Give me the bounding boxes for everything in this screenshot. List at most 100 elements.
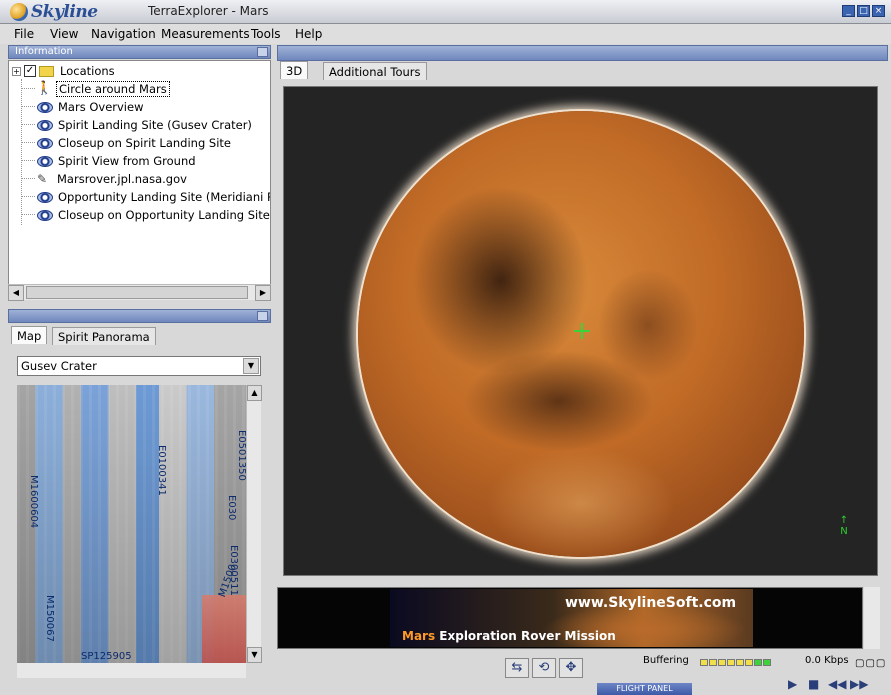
tree-item-label: Spirit Landing Site (Gusev Crater) [58,118,252,132]
viewer-header [277,45,888,61]
tree-item-locations[interactable]: + ✓ Locations [12,62,115,80]
panel-collapse-button[interactable] [257,47,268,57]
scroll-thumb[interactable] [26,286,248,299]
information-panel-header: Information [8,45,271,59]
tree-item-spirit-view-ground[interactable]: Spirit View from Ground [37,152,196,170]
maximize-button[interactable]: □ [857,5,870,17]
buffer-cell [754,659,762,666]
expand-icon[interactable]: + [12,66,21,76]
link-icon: ✎ [37,172,48,186]
buffering-meter [700,658,772,669]
buffer-cell [709,659,717,666]
eye-icon [37,119,53,131]
tree-connector [21,79,22,225]
map-strip-label: E0300511 [228,545,239,596]
chevron-down-icon[interactable]: ▼ [243,358,259,374]
buffer-cell [763,659,771,666]
map-horizontal-scrollbar[interactable] [17,663,246,678]
scroll-down-button[interactable]: ▼ [247,647,262,663]
menu-navigation[interactable]: Navigation [91,27,156,41]
eye-icon [37,101,53,113]
folder-icon [39,65,54,77]
information-tree: + ✓ Locations 🚶 Circle around Mars Mars … [8,60,271,300]
tree-dash [21,88,35,89]
skyline-logo: Skyline [10,2,98,22]
map-terrain-patch [202,595,246,663]
buffering-label: Buffering [643,655,689,666]
menu-bar: File View Navigation Measurements Tools … [0,24,891,44]
flight-panel-toggle[interactable]: FLIGHT PANEL [597,683,692,695]
rewind-icon[interactable]: ◀◀ [828,677,846,691]
map-vertical-scrollbar[interactable]: ▲ ▼ [246,385,262,663]
stop-icon[interactable]: ■ [808,677,819,691]
tree-item-marsrover-link[interactable]: ✎ Marsrover.jpl.nasa.gov [37,170,187,188]
tree-item-label: Closeup on Spirit Landing Site [58,136,231,150]
location-select-value: Gusev Crater [21,359,97,373]
banner-scrollbar[interactable] [864,587,880,649]
signal-indicator: ▢▢▢ [855,658,887,669]
tab-map[interactable]: Map [11,326,48,344]
tree-item-spirit-landing-site[interactable]: Spirit Landing Site (Gusev Crater) [37,116,252,134]
tree-item-label: Marsrover.jpl.nasa.gov [57,172,187,186]
checkbox-checked-icon[interactable]: ✓ [24,65,36,77]
buffer-cell [700,659,708,666]
tab-additional-tours[interactable]: Additional Tours [323,62,427,80]
ad-banner-frame: www.SkylineSoft.com Mars Exploration Rov… [277,587,863,649]
scroll-right-button[interactable]: ▶ [255,285,271,301]
transfer-rate-value: 0.0 [805,655,821,666]
close-button[interactable]: × [872,5,885,17]
eye-icon [37,191,53,203]
globe-icon [10,3,28,21]
pan-icon[interactable]: ✥ [559,658,583,678]
eye-icon [37,137,53,149]
window-title: TerraExplorer - Mars [148,4,269,18]
banner-mission-rest: Exploration Rover Mission [435,629,616,643]
eye-icon [37,209,53,221]
gusev-crater-map[interactable]: M1600604 E0100341 E030 M1500 E0501350 M1… [17,385,246,663]
minimize-button[interactable]: _ [842,5,855,17]
tree-item-label: Mars Overview [58,100,144,114]
buffer-cell [727,659,735,666]
menu-file[interactable]: File [14,27,34,41]
play-icon[interactable]: ▶ [788,677,797,691]
tree-item-closeup-spirit[interactable]: Closeup on Spirit Landing Site [37,134,231,152]
tree-dash [21,106,35,107]
tree-item-label: Circle around Mars [56,81,170,97]
fly-icon[interactable]: ⇆ [505,658,529,678]
buffer-cell [745,659,753,666]
ad-banner[interactable]: www.SkylineSoft.com Mars Exploration Rov… [390,589,753,647]
location-select[interactable]: Gusev Crater ▼ [17,356,261,376]
menu-measurements[interactable]: Measurements [161,27,250,41]
scroll-left-button[interactable]: ◀ [8,285,24,301]
tree-dash [21,214,35,215]
tab-spirit-panorama[interactable]: Spirit Panorama [52,327,156,345]
map-strip-label: SP125905 [81,651,132,662]
map-strip-label: E030 [226,495,237,521]
tree-dash [21,142,35,143]
walker-icon: 🚶 [36,81,53,96]
tree-item-label: Closeup on Opportunity Landing Site [58,208,270,222]
tree-item-opportunity-landing-site[interactable]: Opportunity Landing Site (Meridiani Plan… [37,188,270,206]
brand-name: Skyline [31,2,98,22]
tree-dash [21,160,35,161]
title-bar: Skyline TerraExplorer - Mars _ □ × [0,0,891,24]
scroll-up-button[interactable]: ▲ [247,385,262,401]
banner-mission-title: Mars Exploration Rover Mission [402,629,616,643]
rotate-icon[interactable]: ⟲ [532,658,556,678]
tree-horizontal-scrollbar[interactable]: ◀ ▶ [8,284,271,301]
banner-url: www.SkylineSoft.com [565,595,737,611]
tree-dash [21,124,35,125]
fast-forward-icon[interactable]: ▶▶ [850,677,868,691]
tree-item-circle-around-mars[interactable]: 🚶 Circle around Mars [36,80,170,98]
menu-tools[interactable]: Tools [251,27,281,41]
eye-icon [37,155,53,167]
tree-item-closeup-opportunity[interactable]: Closeup on Opportunity Landing Site [37,206,270,224]
menu-help[interactable]: Help [295,27,322,41]
menu-view[interactable]: View [50,27,78,41]
tab-3d[interactable]: 3D [280,61,309,79]
buffer-cell [736,659,744,666]
panel-collapse-button[interactable] [257,311,268,321]
3d-view[interactable]: ↑ N [283,86,878,576]
tree-item-mars-overview[interactable]: Mars Overview [37,98,144,116]
crosshair-icon [574,323,590,339]
